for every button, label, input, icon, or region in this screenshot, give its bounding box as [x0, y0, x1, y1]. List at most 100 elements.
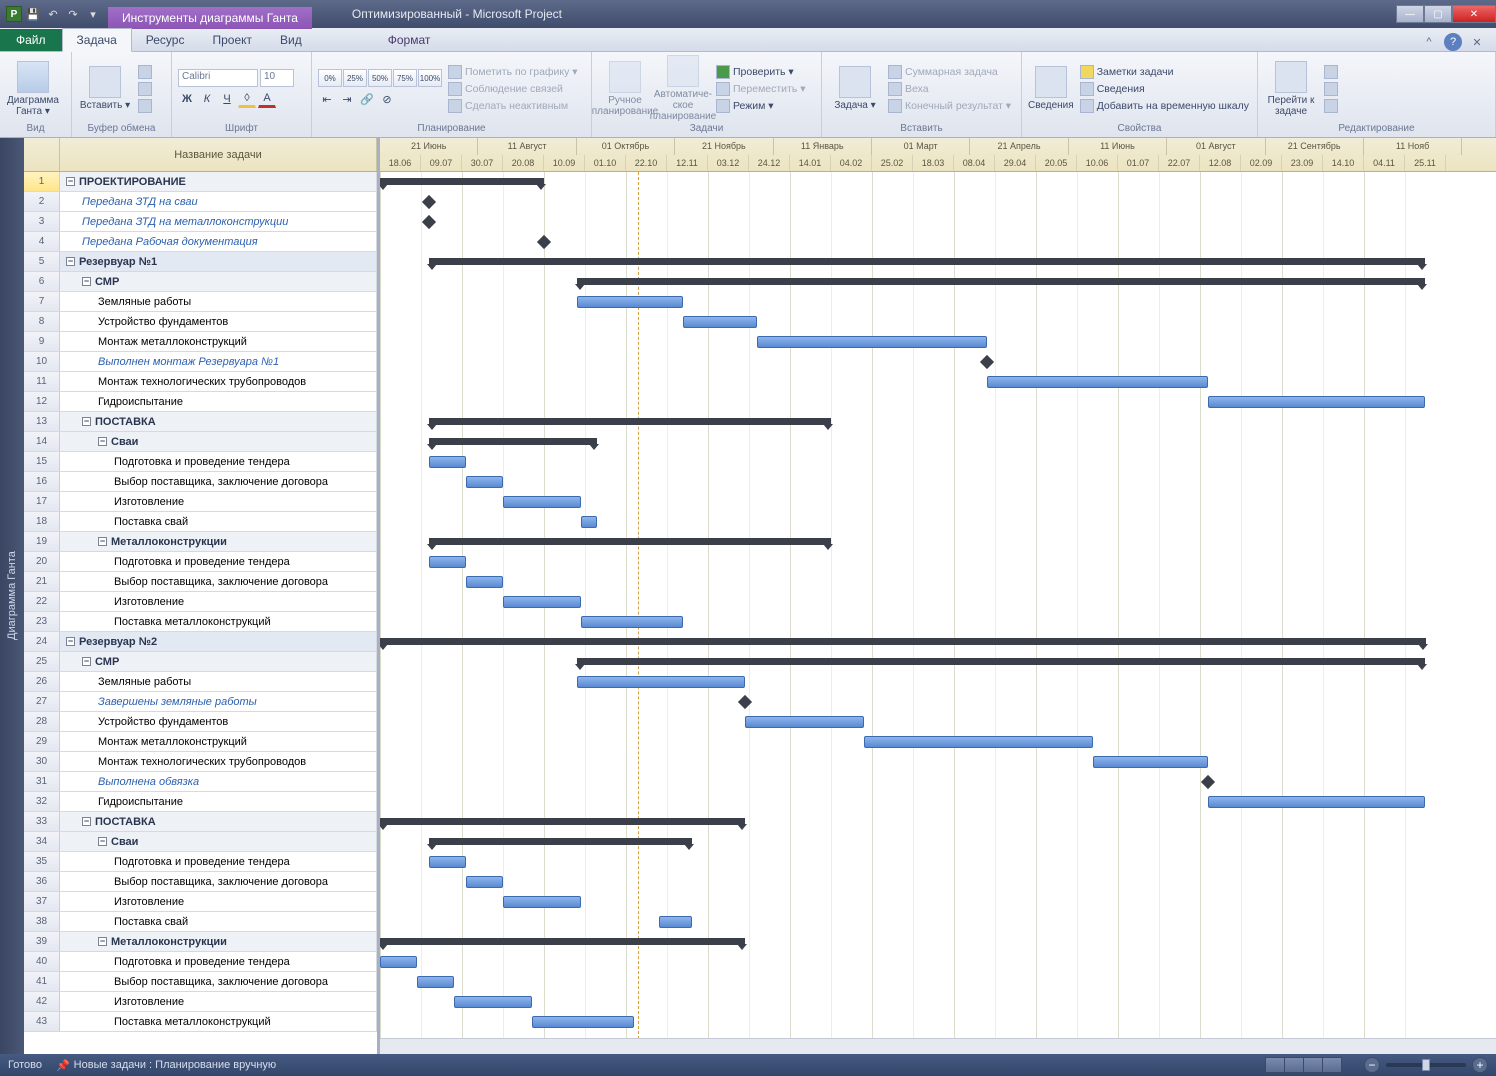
task-row[interactable]: 19−Металлоконструкции: [24, 532, 377, 552]
row-number[interactable]: 38: [24, 912, 60, 931]
row-number[interactable]: 9: [24, 332, 60, 351]
row-number[interactable]: 21: [24, 572, 60, 591]
task-name-cell[interactable]: Подготовка и проведение тендера: [60, 552, 377, 571]
task-row[interactable]: 32Гидроиспытание: [24, 792, 377, 812]
row-number[interactable]: 5: [24, 252, 60, 271]
zoom-in-button[interactable]: +: [1472, 1057, 1488, 1073]
task-name-cell[interactable]: Монтаж технологических трубопроводов: [60, 372, 377, 391]
milestone-marker[interactable]: [422, 195, 436, 209]
tab-view[interactable]: Вид: [266, 29, 316, 51]
task-row[interactable]: 41Выбор поставщика, заключение договора: [24, 972, 377, 992]
row-number[interactable]: 25: [24, 652, 60, 671]
minimize-button[interactable]: —: [1396, 5, 1424, 23]
tab-task[interactable]: Задача: [62, 28, 132, 52]
link-button[interactable]: 🔗: [358, 90, 376, 108]
task-bar[interactable]: [503, 496, 581, 508]
task-bar[interactable]: [429, 856, 466, 868]
row-number[interactable]: 26: [24, 672, 60, 691]
task-row[interactable]: 33−ПОСТАВКА: [24, 812, 377, 832]
task-name-cell[interactable]: Устройство фундаментов: [60, 712, 377, 731]
task-row[interactable]: 22Изготовление: [24, 592, 377, 612]
status-new-tasks[interactable]: 📌Новые задачи : Планирование вручную: [56, 1059, 276, 1072]
app-icon[interactable]: P: [6, 6, 22, 22]
summary-bar[interactable]: [429, 438, 597, 445]
row-number[interactable]: 37: [24, 892, 60, 911]
task-bar[interactable]: [503, 896, 581, 908]
task-row[interactable]: 2Передана ЗТД на сваи: [24, 192, 377, 212]
task-row[interactable]: 31Выполнена обвязка: [24, 772, 377, 792]
task-bar[interactable]: [380, 956, 417, 968]
task-row[interactable]: 38Поставка свай: [24, 912, 377, 932]
bold-button[interactable]: Ж: [178, 90, 196, 108]
task-name-cell[interactable]: Передана ЗТД на металлоконструкции: [60, 212, 377, 231]
row-number[interactable]: 35: [24, 852, 60, 871]
column-header-name[interactable]: Название задачи: [60, 138, 377, 171]
zoom-slider[interactable]: [1386, 1063, 1466, 1067]
task-row[interactable]: 25−СМР: [24, 652, 377, 672]
font-size-select[interactable]: 10: [260, 69, 294, 87]
qat-save-icon[interactable]: 💾: [24, 5, 42, 23]
unlink-button[interactable]: ⊘: [378, 90, 396, 108]
task-name-cell[interactable]: Земляные работы: [60, 672, 377, 691]
row-number[interactable]: 36: [24, 872, 60, 891]
task-row[interactable]: 42Изготовление: [24, 992, 377, 1012]
tab-resource[interactable]: Ресурс: [132, 29, 199, 51]
task-row[interactable]: 18Поставка свай: [24, 512, 377, 532]
scroll-to-task-button[interactable]: Перейти к задаче: [1264, 54, 1318, 123]
task-bar[interactable]: [581, 516, 597, 528]
italic-button[interactable]: К: [198, 90, 216, 108]
task-row[interactable]: 8Устройство фундаментов: [24, 312, 377, 332]
outline-toggle[interactable]: −: [98, 537, 107, 546]
outline-toggle[interactable]: −: [66, 177, 75, 186]
row-number[interactable]: 10: [24, 352, 60, 371]
task-name-cell[interactable]: Поставка металлоконструкций: [60, 612, 377, 631]
task-row[interactable]: 14−Сваи: [24, 432, 377, 452]
milestone-button[interactable]: Веха: [886, 81, 1013, 97]
row-number[interactable]: 13: [24, 412, 60, 431]
task-name-cell[interactable]: −Резервуар №1: [60, 252, 377, 271]
outline-toggle[interactable]: −: [98, 937, 107, 946]
task-bar[interactable]: [429, 456, 466, 468]
task-name-cell[interactable]: Поставка металлоконструкций: [60, 1012, 377, 1031]
task-row[interactable]: 26Земляные работы: [24, 672, 377, 692]
summary-bar[interactable]: [429, 538, 831, 545]
task-bar[interactable]: [417, 976, 454, 988]
task-name-cell[interactable]: Устройство фундаментов: [60, 312, 377, 331]
task-name-cell[interactable]: −ПОСТАВКА: [60, 412, 377, 431]
task-row[interactable]: 37Изготовление: [24, 892, 377, 912]
notes-button[interactable]: Заметки задачи: [1078, 64, 1251, 80]
details-button[interactable]: Сведения: [1078, 81, 1251, 97]
task-row[interactable]: 36Выбор поставщика, заключение договора: [24, 872, 377, 892]
task-row[interactable]: 24−Резервуар №2: [24, 632, 377, 652]
row-number[interactable]: 14: [24, 432, 60, 451]
fill-button[interactable]: [1322, 98, 1340, 114]
task-name-cell[interactable]: Подготовка и проведение тендера: [60, 852, 377, 871]
row-number[interactable]: 32: [24, 792, 60, 811]
row-number[interactable]: 11: [24, 372, 60, 391]
task-bar[interactable]: [466, 876, 503, 888]
row-number[interactable]: 6: [24, 272, 60, 291]
maximize-button[interactable]: ▢: [1424, 5, 1452, 23]
row-number[interactable]: 22: [24, 592, 60, 611]
task-row[interactable]: 5−Резервуар №1: [24, 252, 377, 272]
row-number[interactable]: 39: [24, 932, 60, 951]
row-number[interactable]: 28: [24, 712, 60, 731]
outdent-button[interactable]: ⇤: [318, 90, 336, 108]
outline-toggle[interactable]: −: [66, 257, 75, 266]
row-number[interactable]: 2: [24, 192, 60, 211]
task-bar[interactable]: [1093, 756, 1208, 768]
row-number[interactable]: 18: [24, 512, 60, 531]
insert-task-button[interactable]: Задача ▾: [828, 54, 882, 123]
tab-format[interactable]: Формат: [374, 29, 445, 51]
task-row[interactable]: 17Изготовление: [24, 492, 377, 512]
row-number[interactable]: 1: [24, 172, 60, 191]
task-name-cell[interactable]: −Резервуар №2: [60, 632, 377, 651]
format-painter-button[interactable]: [136, 98, 154, 114]
milestone-marker[interactable]: [738, 695, 752, 709]
manual-schedule-button[interactable]: Ручное планирование: [598, 54, 652, 123]
task-bar[interactable]: [757, 336, 987, 348]
indent-button[interactable]: ⇥: [338, 90, 356, 108]
task-bar[interactable]: [864, 736, 1094, 748]
task-name-cell[interactable]: −СМР: [60, 652, 377, 671]
task-name-cell[interactable]: Подготовка и проведение тендера: [60, 952, 377, 971]
